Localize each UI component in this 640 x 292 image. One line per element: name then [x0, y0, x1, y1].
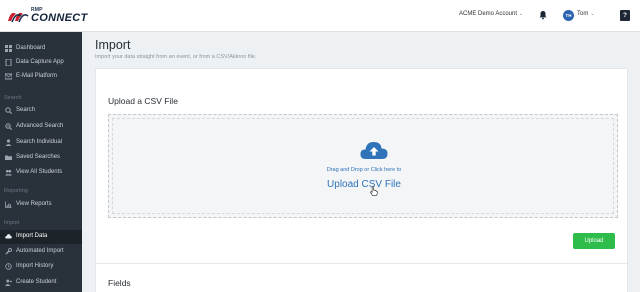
sidebar-item-search[interactable]: Search [0, 104, 82, 118]
help-button[interactable]: ? [620, 10, 630, 21]
sidebar-item-email[interactable]: E-Mail Platform [0, 70, 82, 84]
page-title: Import [95, 38, 131, 52]
chart-icon [5, 201, 12, 208]
user-menu[interactable]: Tom ⌄ [577, 11, 595, 17]
sidebar-section-import: Import [4, 220, 20, 226]
cloud-upload-icon [5, 234, 12, 239]
section-divider [96, 263, 629, 264]
sidebar-item-label: Import History [16, 263, 54, 269]
folder-icon [5, 155, 12, 160]
account-dropdown[interactable]: ACME Demo Account ⌄ [459, 11, 523, 17]
brand-logo[interactable]: RMP CONNECT [6, 7, 87, 25]
sidebar-item-advanced-search[interactable]: Advanced Search [0, 120, 82, 134]
search-icon [5, 107, 12, 114]
chevron-down-icon: ⌄ [590, 11, 595, 17]
sidebar-item-create-student[interactable]: Create Student [0, 276, 82, 290]
sidebar-section-search: Search [4, 95, 22, 101]
user-avatar[interactable]: TH [563, 10, 574, 21]
sidebar-item-automated-import[interactable]: Automated Import [0, 245, 82, 259]
sidebar-item-import-history[interactable]: Import History [0, 260, 82, 274]
sidebar-item-label: E-Mail Platform [16, 73, 58, 79]
sidebar-item-label: View Reports [16, 201, 52, 207]
user-plus-icon [5, 279, 12, 286]
envelope-icon [5, 73, 12, 80]
upload-button[interactable]: Upload [573, 233, 615, 249]
logo-mark-icon [8, 12, 29, 23]
sidebar-item-label: Data Capture App [16, 59, 64, 65]
tablet-icon [5, 59, 12, 66]
bell-icon[interactable] [538, 10, 548, 20]
sidebar-item-label: Search Individual [16, 139, 63, 145]
wrench-icon [5, 248, 12, 255]
sidebar-section-reporting: Reporting [4, 188, 28, 194]
upload-section-title: Upload a CSV File [108, 96, 178, 106]
dashboard-icon [5, 45, 12, 52]
sidebar-item-label: Import Data [16, 233, 48, 239]
chevron-down-icon: ⌄ [519, 11, 524, 17]
sidebar-item-label: Automated Import [16, 248, 64, 254]
dropzone-border [112, 118, 614, 214]
sidebar-item-view-all-students[interactable]: View All Students [0, 166, 82, 180]
account-name: ACME Demo Account [459, 11, 518, 17]
brand-name: CONNECT [31, 12, 88, 24]
page-subtitle: Import your data straight from an event,… [95, 54, 257, 60]
user-name: Tom [577, 11, 589, 17]
import-card: Upload a CSV File Drag and Drop or Click… [95, 68, 629, 292]
sidebar-item-dashboard[interactable]: Dashboard [0, 42, 82, 56]
users-icon [5, 169, 12, 176]
sidebar-item-label: Saved Searches [16, 154, 61, 160]
sidebar-item-label: View All Students [16, 169, 63, 175]
sidebar-item-view-reports[interactable]: View Reports [0, 198, 82, 212]
fields-section-title: Fields [108, 278, 131, 288]
sidebar-item-label: Dashboard [16, 45, 46, 51]
top-bar: RMP CONNECT ACME Demo Account ⌄ TH Tom ⌄ ? [0, 0, 640, 32]
sidebar-item-search-individual[interactable]: Search Individual [0, 136, 82, 150]
sidebar-item-label: Search [16, 107, 36, 113]
sidebar-item-label: Create Student [16, 279, 57, 285]
sidebar-item-saved-searches[interactable]: Saved Searches [0, 151, 82, 165]
search-plus-icon [5, 123, 12, 130]
sidebar: Dashboard Data Capture App E-Mail Platfo… [0, 32, 82, 292]
sidebar-item-data-capture[interactable]: Data Capture App [0, 56, 82, 70]
user-icon [5, 139, 12, 146]
sidebar-item-import-data[interactable]: Import Data [0, 230, 82, 244]
sidebar-item-label: Advanced Search [16, 123, 64, 129]
history-icon [5, 263, 12, 270]
